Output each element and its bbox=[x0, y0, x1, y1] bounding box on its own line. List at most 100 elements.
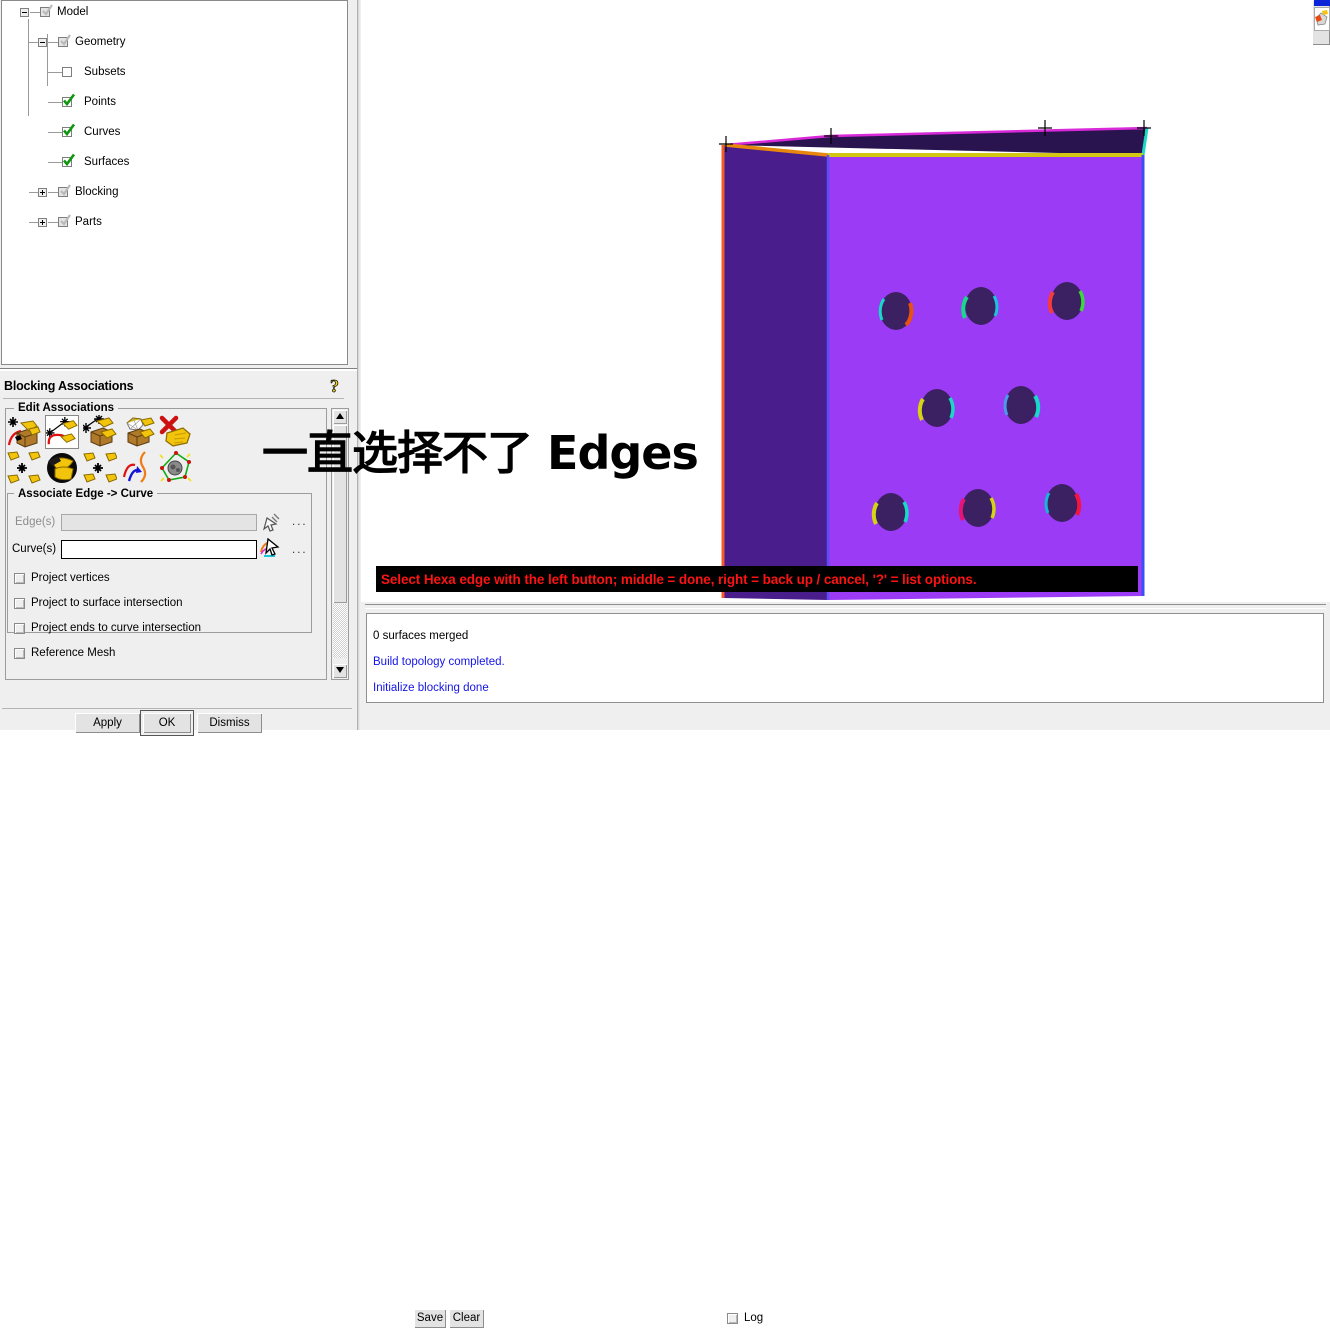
left-control-column: Model Geometry Subsets bbox=[0, 0, 357, 730]
svg-text:?: ? bbox=[330, 376, 339, 396]
tree-expander-minus-icon[interactable] bbox=[38, 38, 47, 47]
3d-viewport[interactable] bbox=[361, 0, 1330, 602]
log-line: Build topology completed. bbox=[373, 656, 505, 668]
associate-edge-to-curve-label: Associate Edge -> Curve bbox=[14, 488, 157, 500]
tree-check-mark-icon bbox=[62, 153, 75, 166]
panel-divider bbox=[0, 368, 357, 371]
log-checkbox-label: Log bbox=[744, 1312, 763, 1324]
tree-expander-plus-icon[interactable] bbox=[38, 218, 47, 227]
curve-field-label: Curve(s) bbox=[12, 543, 56, 555]
tree-line bbox=[29, 42, 38, 43]
group-ungroup-curves-icon[interactable] bbox=[7, 451, 41, 485]
log-checkbox[interactable] bbox=[727, 1313, 738, 1324]
tree-check-mark-icon bbox=[62, 93, 75, 106]
tree-item-label: Points bbox=[84, 95, 116, 110]
tree-item-parts[interactable]: Parts bbox=[2, 215, 347, 230]
tree-item-surfaces[interactable]: Surfaces bbox=[2, 155, 347, 170]
snap-project-vertices-icon[interactable] bbox=[45, 451, 79, 485]
tree-line bbox=[48, 192, 58, 193]
checkbox-box[interactable] bbox=[14, 598, 25, 609]
apply-button[interactable]: Apply bbox=[75, 713, 140, 733]
tree-line bbox=[48, 72, 62, 73]
tree-item-label: Blocking bbox=[75, 185, 118, 200]
dismiss-button[interactable]: Dismiss bbox=[197, 713, 262, 733]
edge-more-options-button[interactable]: ... bbox=[292, 516, 308, 528]
log-line: 0 surfaces merged bbox=[373, 630, 468, 642]
scrollbar-track[interactable] bbox=[333, 604, 347, 658]
checkbox-label: Project vertices bbox=[31, 572, 110, 584]
tree-item-label: Surfaces bbox=[84, 155, 129, 170]
model-tree[interactable]: Model Geometry Subsets bbox=[2, 3, 347, 123]
tree-line bbox=[48, 222, 58, 223]
update-associations-icon[interactable] bbox=[159, 451, 193, 485]
checkbox-box[interactable] bbox=[14, 623, 25, 634]
box-front-face bbox=[828, 155, 1143, 600]
tree-check-mark-icon bbox=[62, 123, 75, 136]
edge-field-label: Edge(s) bbox=[15, 516, 55, 528]
checkbox-box[interactable] bbox=[14, 648, 25, 659]
panel-header: Blocking Associations ? bbox=[0, 374, 357, 400]
tree-item-label: Subsets bbox=[84, 65, 126, 80]
tree-item-label: Parts bbox=[75, 215, 102, 230]
clear-log-button[interactable]: Clear bbox=[449, 1309, 484, 1328]
edit-associations-label: Edit Associations bbox=[14, 402, 118, 414]
select-curves-cursor-icon[interactable] bbox=[259, 536, 283, 560]
tree-item-label: Curves bbox=[84, 125, 120, 140]
tree-line bbox=[29, 192, 38, 193]
tree-item-label: Geometry bbox=[75, 35, 126, 50]
tree-item-model[interactable]: Model bbox=[2, 5, 347, 20]
geometry-tool-icon[interactable] bbox=[1312, 0, 1330, 45]
checkbox-box[interactable] bbox=[14, 573, 25, 584]
disassociate-from-geometry-icon[interactable] bbox=[159, 415, 193, 449]
tree-item-subsets[interactable]: Subsets bbox=[2, 65, 347, 80]
tree-item-label: Model bbox=[57, 5, 88, 20]
tree-check-mark-icon bbox=[41, 4, 54, 17]
tree-item-blocking[interactable]: Blocking bbox=[2, 185, 347, 200]
curve-input[interactable] bbox=[61, 540, 257, 559]
checkbox-label: Reference Mesh bbox=[31, 647, 115, 659]
tree-expander-plus-icon[interactable] bbox=[38, 188, 47, 197]
tree-line bbox=[48, 132, 62, 133]
save-log-button[interactable]: Save bbox=[414, 1309, 446, 1328]
scroll-up-arrow-icon[interactable] bbox=[333, 410, 347, 424]
status-message: Select Hexa edge with the left button; m… bbox=[376, 572, 977, 587]
reset-associations-icon[interactable] bbox=[121, 451, 155, 485]
edge-input[interactable] bbox=[61, 514, 257, 531]
model-tree-panel[interactable]: Model Geometry Subsets bbox=[1, 0, 348, 365]
select-edges-cursor-icon[interactable] bbox=[260, 511, 282, 533]
tree-item-curves[interactable]: Curves bbox=[2, 125, 347, 140]
button-separator bbox=[2, 708, 352, 709]
curve-input-text[interactable] bbox=[62, 543, 256, 560]
annotation-overlay-text: 一直选择不了 Edges bbox=[262, 430, 698, 476]
message-log[interactable]: 0 surfaces merged Build topology complet… bbox=[366, 613, 1324, 703]
associate-block-to-volume-icon[interactable] bbox=[121, 415, 155, 449]
move-vertices-to-geometry-icon[interactable] bbox=[83, 451, 117, 485]
log-line: Initialize blocking done bbox=[373, 682, 489, 694]
tree-line bbox=[48, 162, 62, 163]
associate-face-to-surface-icon[interactable] bbox=[83, 415, 117, 449]
tree-check-mark-icon bbox=[59, 34, 72, 47]
tree-line bbox=[48, 102, 62, 103]
tree-check-mark-icon bbox=[59, 214, 72, 227]
message-area-divider bbox=[365, 604, 1326, 609]
associate-vertex-to-point-icon[interactable] bbox=[7, 415, 41, 449]
toolbar-icon-image bbox=[1314, 7, 1330, 31]
question-mark-help-icon[interactable]: ? bbox=[327, 376, 347, 398]
tree-check-mark-icon bbox=[59, 184, 72, 197]
tree-line bbox=[29, 222, 38, 223]
ok-button[interactable]: OK bbox=[143, 713, 191, 733]
scroll-down-arrow-icon[interactable] bbox=[333, 664, 347, 678]
hole bbox=[880, 292, 912, 330]
curve-more-options-button[interactable]: ... bbox=[292, 544, 308, 556]
tree-checkbox-unchecked[interactable] bbox=[62, 67, 72, 77]
edge-input-text[interactable] bbox=[62, 518, 256, 533]
tree-item-geometry[interactable]: Geometry bbox=[2, 35, 347, 50]
tree-line bbox=[30, 12, 40, 13]
header-divider bbox=[3, 398, 344, 399]
associate-edge-to-curve-icon[interactable] bbox=[45, 415, 79, 449]
message-area: 0 surfaces merged Build topology complet… bbox=[361, 602, 1330, 730]
toolbar-highlight bbox=[1314, 0, 1330, 6]
box-left-face bbox=[723, 145, 828, 600]
tree-item-points[interactable]: Points bbox=[2, 95, 347, 110]
tree-expander-minus-icon[interactable] bbox=[20, 8, 29, 17]
